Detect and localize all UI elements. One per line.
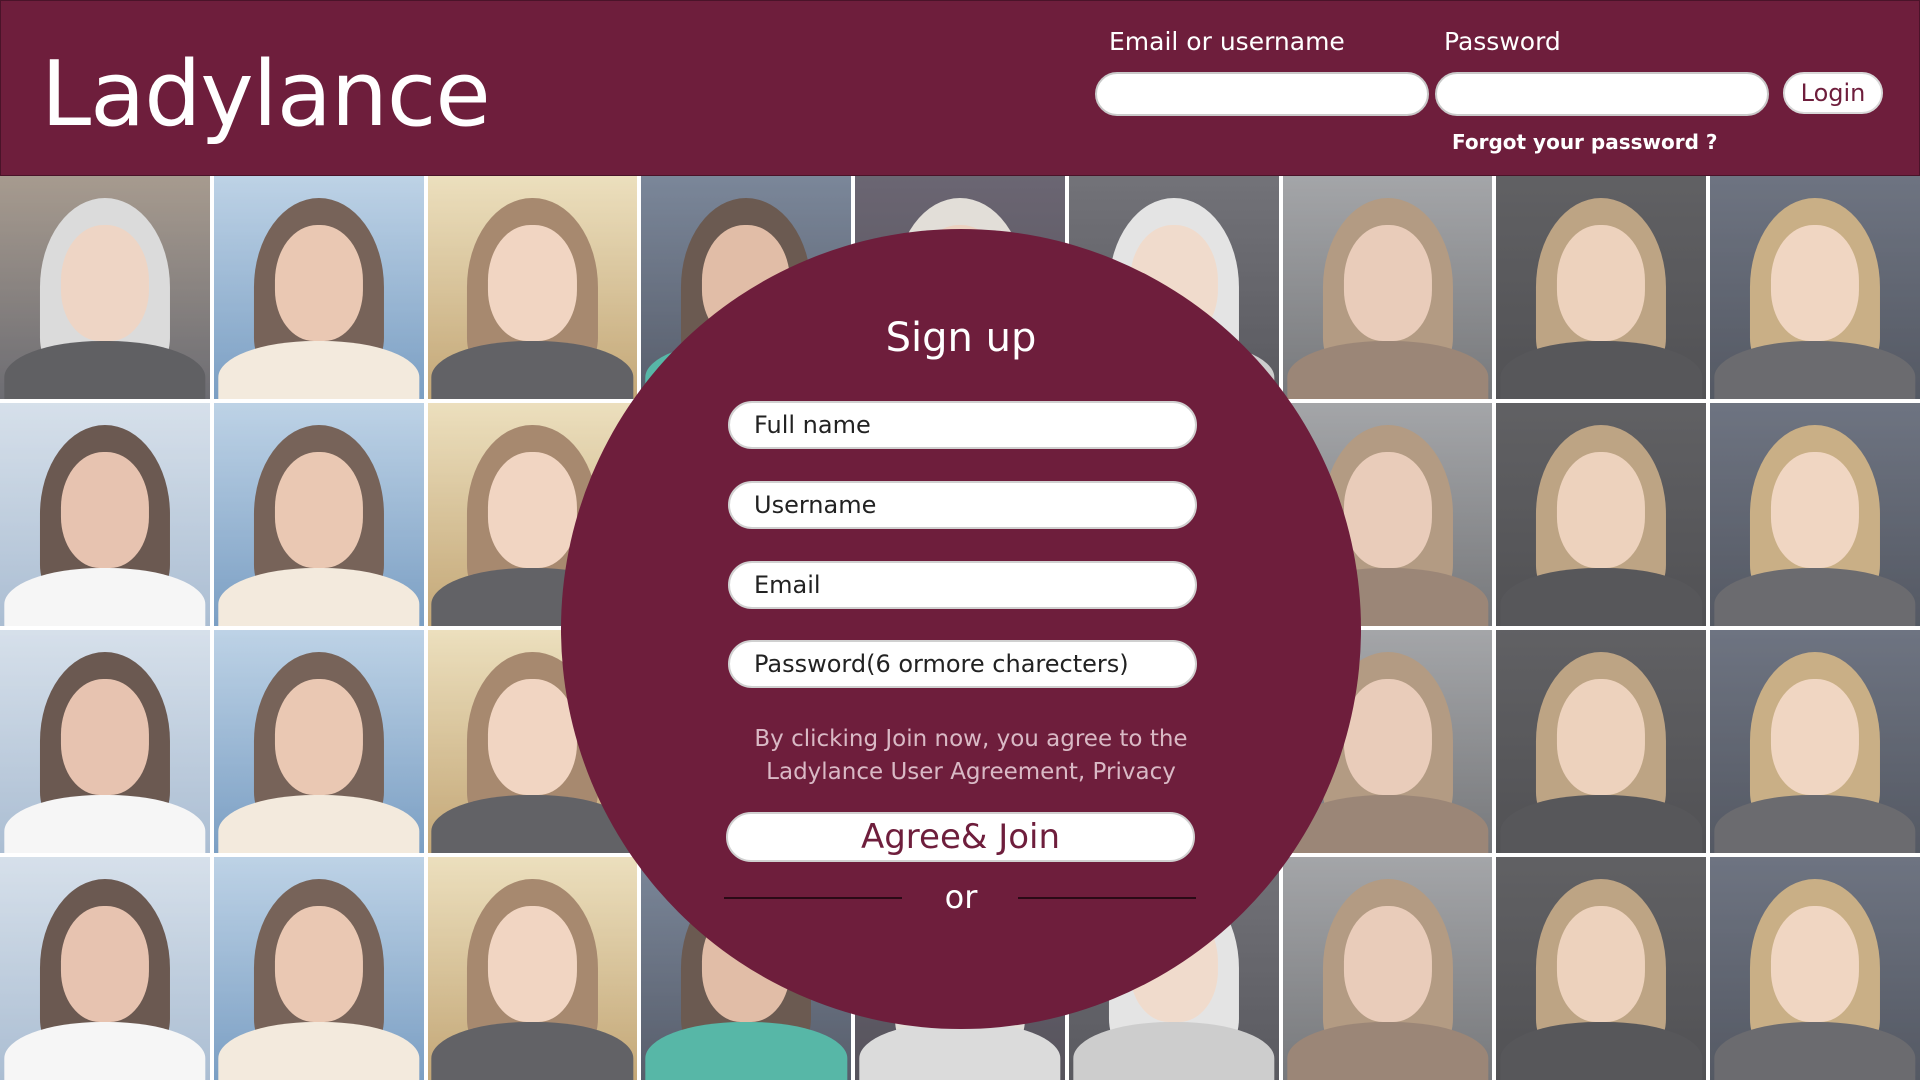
portrait-body (1500, 795, 1703, 853)
brand-logo[interactable]: Ladylance (41, 45, 491, 145)
portrait-body (859, 1022, 1061, 1080)
portrait-body (4, 568, 206, 626)
portrait-face (1557, 452, 1646, 568)
portrait-face (1343, 679, 1432, 795)
portrait-face (274, 906, 363, 1022)
portrait-photo (0, 403, 210, 626)
portrait-face (274, 225, 363, 341)
portrait-face (1557, 225, 1646, 341)
portrait-face (488, 452, 577, 568)
portrait-body (1714, 568, 1916, 626)
email-username-label: Email or username (1109, 27, 1345, 56)
portrait-body (1714, 795, 1916, 853)
agree-join-button[interactable]: Agree& Join (726, 812, 1195, 862)
portrait-face (60, 452, 149, 568)
portrait-body (217, 795, 420, 853)
portrait-face (1771, 452, 1860, 568)
portrait-photo (1710, 857, 1920, 1080)
password-input[interactable] (728, 640, 1197, 688)
forgot-password-link[interactable]: Forgot your password ? (1452, 129, 1717, 155)
fullname-input[interactable] (728, 401, 1197, 449)
portrait-body (1500, 1022, 1703, 1080)
portrait-body (431, 1022, 634, 1080)
portrait-face (1557, 906, 1646, 1022)
or-divider-label: or (944, 878, 978, 916)
portrait-photo (213, 403, 424, 626)
portrait-face (274, 452, 363, 568)
email-input[interactable] (728, 561, 1197, 609)
portrait-body (4, 795, 206, 853)
portrait-body (1714, 341, 1916, 399)
portrait-photo (213, 176, 424, 399)
login-button[interactable]: Login (1783, 72, 1883, 114)
portrait-face (1771, 906, 1860, 1022)
portrait-photo (213, 857, 424, 1080)
portrait-photo (1710, 403, 1920, 626)
portrait-face (60, 225, 149, 341)
portrait-body (645, 1022, 847, 1080)
portrait-photo (0, 630, 210, 853)
portrait-body (217, 568, 420, 626)
portrait-face (1343, 906, 1432, 1022)
portrait-face (60, 679, 149, 795)
signup-title: Sign up (885, 315, 1037, 361)
top-header: Ladylance Email or username Password Log… (0, 0, 1920, 176)
portrait-photo (1710, 630, 1920, 853)
portrait-body (1286, 1022, 1489, 1080)
portrait-photo (213, 630, 424, 853)
portrait-photo (1282, 176, 1493, 399)
portrait-face (488, 906, 577, 1022)
portrait-photo (1496, 857, 1707, 1080)
portrait-body (1714, 1022, 1916, 1080)
password-label: Password (1444, 27, 1561, 56)
portrait-face (1557, 679, 1646, 795)
portrait-body (1500, 568, 1703, 626)
portrait-photo (0, 857, 210, 1080)
portrait-photo (1710, 176, 1920, 399)
portrait-photo (1496, 176, 1707, 399)
agreement-text: By clicking Join now, you agree to the L… (754, 726, 1188, 785)
portrait-photo (427, 176, 638, 399)
portrait-face (274, 679, 363, 795)
portrait-body (1073, 1022, 1275, 1080)
portrait-face (1771, 679, 1860, 795)
username-input[interactable] (728, 481, 1197, 529)
portrait-photo (1496, 630, 1707, 853)
portrait-face (60, 906, 149, 1022)
portrait-body (4, 1022, 206, 1080)
portrait-body (1500, 341, 1703, 399)
portrait-face (1343, 452, 1432, 568)
login-email-input[interactable] (1095, 72, 1429, 116)
portrait-body (217, 341, 420, 399)
signup-panel: Sign up By clicking Join now, you agree … (561, 229, 1361, 1029)
or-divider-right (1018, 897, 1196, 899)
portrait-body (4, 341, 206, 399)
portrait-body (217, 1022, 420, 1080)
portrait-photo (0, 176, 210, 399)
portrait-face (488, 679, 577, 795)
portrait-photo (1496, 403, 1707, 626)
login-password-input[interactable] (1435, 72, 1769, 116)
portrait-face (1771, 225, 1860, 341)
